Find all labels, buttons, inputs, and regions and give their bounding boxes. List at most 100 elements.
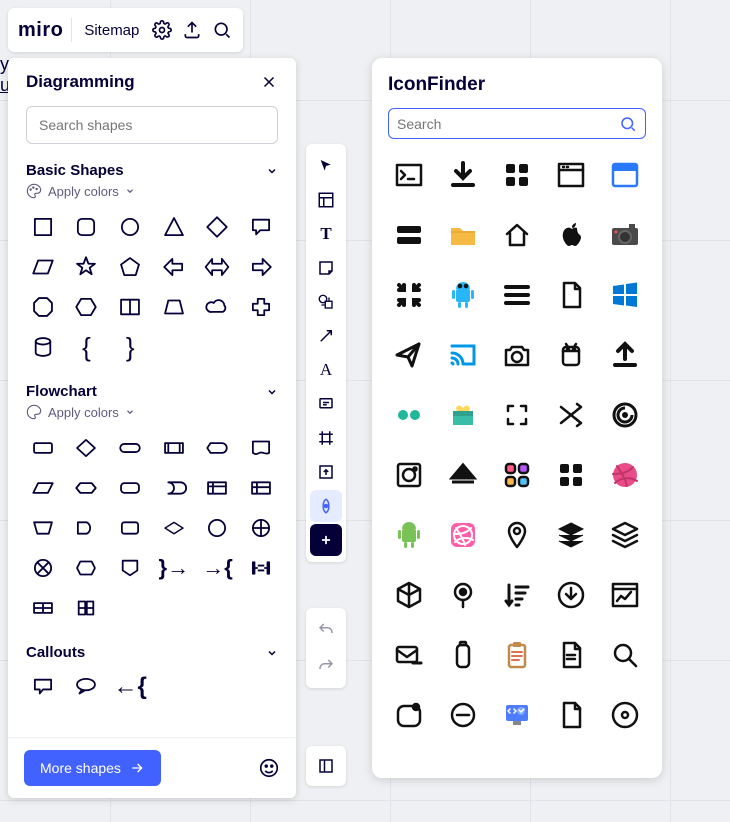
icon-android-green[interactable]	[388, 515, 430, 555]
apply-colors-button[interactable]: Apply colors	[26, 404, 278, 426]
shape-round-square[interactable]	[70, 211, 104, 243]
shape-data[interactable]	[26, 472, 60, 504]
icon-shape-dot[interactable]	[388, 695, 430, 735]
iconfinder-search[interactable]	[388, 108, 646, 139]
apps-tool[interactable]	[310, 490, 342, 522]
icon-terminal[interactable]	[388, 155, 430, 195]
icon-location[interactable]	[442, 575, 484, 615]
minimap-button[interactable]	[306, 746, 346, 786]
icon-sort-down[interactable]	[496, 575, 538, 615]
icon-grid4[interactable]	[496, 155, 538, 195]
shape-pentagon[interactable]	[113, 251, 147, 283]
icon-stack[interactable]	[550, 515, 592, 555]
icon-stack-alt[interactable]	[604, 515, 646, 555]
icon-file-alt[interactable]	[550, 635, 592, 675]
text-tool[interactable]: T	[310, 218, 342, 250]
icon-remove-circle[interactable]	[442, 695, 484, 735]
shape-extract[interactable]	[70, 552, 104, 584]
shape-predefined[interactable]	[157, 432, 191, 464]
search-icon[interactable]	[211, 19, 233, 41]
shape-display[interactable]	[201, 432, 235, 464]
shape-brace-right[interactable]: }	[113, 331, 147, 363]
icon-android-head[interactable]	[550, 335, 592, 375]
shape-union[interactable]	[113, 291, 147, 323]
icon-cube[interactable]	[388, 575, 430, 615]
shape-prep[interactable]	[70, 472, 104, 504]
shape-document[interactable]	[244, 432, 278, 464]
apply-colors-button[interactable]: Apply colors	[26, 183, 278, 205]
templates-tool[interactable]	[310, 184, 342, 216]
shape-alt-process[interactable]	[113, 472, 147, 504]
icon-menu[interactable]	[496, 275, 538, 315]
icon-flickr[interactable]	[388, 395, 430, 435]
shape-cloud[interactable]	[201, 291, 235, 323]
shape-brace-callout[interactable]: ←{	[113, 671, 147, 703]
shape-arrow-left[interactable]	[157, 251, 191, 283]
icon-windows[interactable]	[604, 275, 646, 315]
icon-upload[interactable]	[604, 335, 646, 375]
shape-collate[interactable]: }→	[157, 552, 191, 584]
more-shapes-button[interactable]: More shapes	[24, 750, 161, 786]
shape-oval-callout[interactable]	[70, 671, 104, 703]
shape-arrow-right[interactable]	[244, 251, 278, 283]
shape-diamond[interactable]	[201, 211, 235, 243]
icon-fullscreen[interactable]	[496, 395, 538, 435]
shape-rect-callout[interactable]	[26, 671, 60, 703]
export-icon[interactable]	[181, 19, 203, 41]
icon-shuffle[interactable]	[550, 395, 592, 435]
icon-browser-top[interactable]	[550, 155, 592, 195]
shape-connector[interactable]	[113, 512, 147, 544]
shape-manual-op[interactable]	[26, 512, 60, 544]
icon-file[interactable]	[550, 275, 592, 315]
icon-eject[interactable]	[442, 455, 484, 495]
shape-hexagon[interactable]	[70, 291, 104, 323]
sticky-note-tool[interactable]	[310, 252, 342, 284]
shape-terminator[interactable]	[113, 432, 147, 464]
icon-pin[interactable]	[496, 515, 538, 555]
upload-tool[interactable]	[310, 456, 342, 488]
shape-or-shape[interactable]	[70, 512, 104, 544]
shape-summoning[interactable]	[201, 512, 235, 544]
shape-delay[interactable]	[244, 552, 278, 584]
arrow-tool[interactable]	[310, 320, 342, 352]
shape-arrow-leftright[interactable]	[201, 251, 235, 283]
icon-home[interactable]	[496, 215, 538, 255]
icon-disc[interactable]	[604, 695, 646, 735]
icon-camera[interactable]	[604, 215, 646, 255]
icon-dribbble-pink[interactable]	[442, 515, 484, 555]
shape-parallelogram[interactable]	[26, 251, 60, 283]
icon-clipboard[interactable]	[496, 635, 538, 675]
icon-bell[interactable]	[388, 755, 430, 762]
shape-speech[interactable]	[244, 211, 278, 243]
icon-page[interactable]	[550, 695, 592, 735]
icon-send[interactable]	[388, 335, 430, 375]
icon-folder[interactable]	[442, 215, 484, 255]
icon-user-block[interactable]	[550, 755, 592, 762]
shape-plus[interactable]	[244, 291, 278, 323]
section-basic-shapes[interactable]: Basic Shapes	[26, 156, 278, 183]
icon-browser-blue[interactable]	[604, 155, 646, 195]
comment-tool[interactable]	[310, 388, 342, 420]
search-shapes-input[interactable]	[26, 106, 278, 144]
shape-db-v[interactable]	[70, 592, 104, 624]
miro-logo[interactable]: miro	[18, 19, 63, 42]
shape-merge[interactable]	[26, 552, 60, 584]
shape-trapezoid[interactable]	[157, 291, 191, 323]
shape-star[interactable]	[70, 251, 104, 283]
cursor-tool[interactable]	[310, 150, 342, 182]
shapes-tool[interactable]	[310, 286, 342, 318]
icon-mail-minus[interactable]	[388, 635, 430, 675]
close-icon[interactable]	[260, 73, 278, 91]
icon-search[interactable]	[604, 635, 646, 675]
frame-tool[interactable]	[310, 422, 342, 454]
shape-manual-input[interactable]	[157, 512, 191, 544]
shape-stored[interactable]	[157, 472, 191, 504]
settings-icon[interactable]	[151, 19, 173, 41]
shape-square[interactable]	[26, 211, 60, 243]
section-callouts[interactable]: Callouts	[26, 638, 278, 665]
icon-grid-black[interactable]	[550, 455, 592, 495]
icon-android[interactable]	[442, 275, 484, 315]
icon-gift[interactable]	[442, 395, 484, 435]
shape-sort[interactable]: →{	[201, 552, 235, 584]
shape-db-h[interactable]	[26, 592, 60, 624]
